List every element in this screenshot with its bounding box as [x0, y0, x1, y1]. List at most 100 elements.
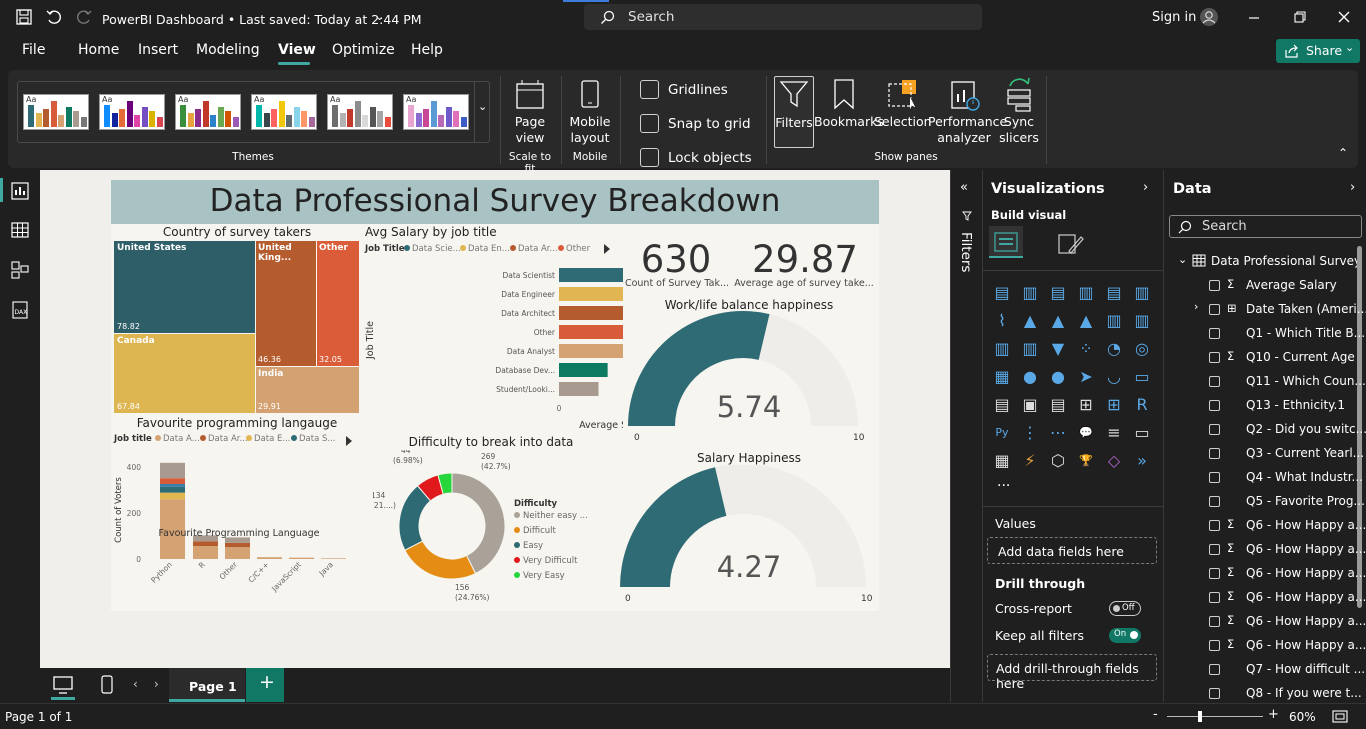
- field-checkbox[interactable]: [1209, 496, 1220, 507]
- theme-swatch[interactable]: Aa: [327, 94, 393, 130]
- field-checkbox[interactable]: [1209, 616, 1220, 627]
- power-automate-icon[interactable]: ⚡: [1019, 450, 1041, 472]
- dax-query-view-icon[interactable]: DAX: [11, 301, 29, 319]
- donut-icon[interactable]: ◎: [1131, 338, 1153, 360]
- performance-analyzer-icon[interactable]: [948, 78, 982, 112]
- field-checkbox[interactable]: [1209, 568, 1220, 579]
- key-influencers-icon[interactable]: ⋮: [1019, 422, 1041, 444]
- pie-icon[interactable]: ◔: [1103, 338, 1125, 360]
- stacked-column-icon[interactable]: ▥: [1019, 282, 1041, 304]
- theme-swatch[interactable]: Aa: [175, 94, 241, 130]
- ribbon-icon[interactable]: ▥: [991, 338, 1013, 360]
- zoom-out-button[interactable]: -: [1153, 707, 1158, 722]
- page-view-icon[interactable]: [514, 78, 546, 110]
- save-icon[interactable]: [16, 9, 32, 25]
- clustered-column-icon[interactable]: ▥: [1075, 282, 1097, 304]
- field-checkbox[interactable]: [1209, 304, 1220, 315]
- sync-slicers-icon[interactable]: [1002, 76, 1036, 112]
- cross-report-toggle[interactable]: Off: [1109, 601, 1141, 616]
- mobile-layout-label-2[interactable]: layout: [566, 130, 614, 146]
- r-visual-icon[interactable]: R: [1131, 394, 1153, 416]
- page-tab-page-1[interactable]: Page 1: [169, 668, 245, 702]
- menu-file[interactable]: File: [22, 42, 45, 58]
- theme-swatch[interactable]: Aa: [99, 94, 165, 130]
- field-row[interactable]: Σ Q6 - How Happy a...: [1164, 610, 1366, 634]
- power-apps-icon[interactable]: ⬡: [1047, 450, 1069, 472]
- menu-insert[interactable]: Insert: [138, 42, 178, 58]
- field-checkbox[interactable]: [1209, 328, 1220, 339]
- sync-slicers-label-2[interactable]: slicers: [994, 130, 1044, 146]
- treemap-tile-other[interactable]: Other 32.05: [317, 241, 359, 366]
- decomp-tree-icon[interactable]: ⋯: [1047, 422, 1069, 444]
- field-checkbox[interactable]: [1209, 424, 1220, 435]
- azure-map-icon[interactable]: ➤: [1075, 366, 1097, 388]
- performance-label-1[interactable]: Performance: [928, 114, 1007, 130]
- add-drill-through-well[interactable]: Add drill-through fields here: [987, 654, 1157, 691]
- trophy-icon[interactable]: »: [1131, 450, 1153, 472]
- field-checkbox[interactable]: [1209, 376, 1220, 387]
- zoom-in-button[interactable]: +: [1268, 707, 1279, 722]
- paginated-icon[interactable]: ▭: [1131, 422, 1153, 444]
- add-page-button[interactable]: +: [246, 668, 284, 702]
- multi-row-card-icon[interactable]: ▤: [991, 394, 1013, 416]
- menu-optimize[interactable]: Optimize: [332, 42, 395, 58]
- narrative-icon[interactable]: ≡: [1103, 422, 1125, 444]
- field-row[interactable]: Q7 - How difficult ...: [1164, 658, 1365, 682]
- model-view-icon[interactable]: [11, 261, 29, 279]
- sync-slicers-label-1[interactable]: Sync: [994, 114, 1044, 130]
- area-icon[interactable]: ▲: [1019, 310, 1041, 332]
- field-row[interactable]: Q2 - Did you switc...: [1164, 418, 1366, 442]
- avatar-icon[interactable]: [1199, 7, 1219, 27]
- slicer-icon[interactable]: ▤: [1047, 394, 1069, 416]
- qa-icon[interactable]: 💬: [1075, 422, 1097, 444]
- 100-column-icon[interactable]: ▥: [1131, 282, 1153, 304]
- matrix-icon[interactable]: ⊞: [1103, 394, 1125, 416]
- desktop-layout-icon[interactable]: [53, 675, 73, 695]
- field-row[interactable]: › ⊞ Date Taken (Ameri...: [1164, 298, 1366, 322]
- treemap-tile-india[interactable]: India 29.91: [256, 367, 359, 413]
- funnel-icon[interactable]: ▼: [1047, 338, 1069, 360]
- table-name[interactable]: Data Professional Survey: [1211, 254, 1361, 268]
- field-checkbox[interactable]: [1209, 352, 1220, 363]
- field-checkbox[interactable]: [1209, 448, 1220, 459]
- sign-in-link[interactable]: Sign in: [1152, 10, 1196, 25]
- expand-field-icon[interactable]: ›: [1194, 300, 1198, 313]
- line-icon[interactable]: ⌇: [991, 310, 1013, 332]
- line-stacked-column-icon[interactable]: ▥: [1131, 310, 1153, 332]
- table-view-icon[interactable]: [11, 221, 29, 239]
- report-view-icon[interactable]: [11, 182, 29, 200]
- lock-objects-label[interactable]: Lock objects: [668, 150, 752, 166]
- build-visual-tab[interactable]: [989, 226, 1023, 258]
- page-view-label-2[interactable]: view: [506, 130, 554, 146]
- gridlines-checkbox[interactable]: [640, 80, 659, 99]
- filled-map-icon[interactable]: ●: [1047, 366, 1069, 388]
- field-row[interactable]: Q11 - Which Coun...: [1164, 370, 1366, 394]
- field-checkbox[interactable]: [1209, 544, 1220, 555]
- search-box[interactable]: Search: [584, 4, 982, 30]
- paginated-report-icon[interactable]: ▦: [991, 450, 1013, 472]
- 100-area-icon[interactable]: ▲: [1075, 310, 1097, 332]
- field-checkbox[interactable]: [1209, 664, 1220, 675]
- treemap-tile-canada[interactable]: Canada 67.84: [114, 334, 255, 413]
- add-data-fields-well[interactable]: Add data fields here: [987, 537, 1157, 564]
- zoom-slider-track[interactable]: [1167, 716, 1263, 717]
- collapse-ribbon-icon[interactable]: ⌃: [1338, 146, 1348, 160]
- treemap-icon[interactable]: ▦: [991, 366, 1013, 388]
- field-row[interactable]: Σ Q6 - How Happy a...: [1164, 538, 1366, 562]
- field-row[interactable]: Σ Q6 - How Happy a...: [1164, 514, 1366, 538]
- kpi-icon[interactable]: ▣: [1019, 394, 1041, 416]
- field-row[interactable]: Q13 - Ethnicity.1: [1164, 394, 1364, 418]
- page-view-label-1[interactable]: Page: [506, 114, 554, 130]
- more-visuals-button[interactable]: ...: [997, 474, 1010, 490]
- field-row[interactable]: Q4 - What Industr...: [1164, 466, 1364, 490]
- collapse-data-icon[interactable]: ›: [1350, 180, 1355, 195]
- field-checkbox[interactable]: [1209, 400, 1220, 411]
- bookmark-icon[interactable]: [831, 78, 857, 110]
- menu-home[interactable]: Home: [78, 42, 119, 58]
- menu-help[interactable]: Help: [411, 42, 443, 58]
- field-row[interactable]: Q3 - Current Yearl...: [1164, 442, 1364, 466]
- title-dropdown-icon[interactable]: ⌄: [375, 10, 384, 23]
- gauge-icon[interactable]: ◡: [1103, 366, 1125, 388]
- field-checkbox[interactable]: [1209, 280, 1220, 291]
- clustered-bar-icon[interactable]: ▤: [1047, 282, 1069, 304]
